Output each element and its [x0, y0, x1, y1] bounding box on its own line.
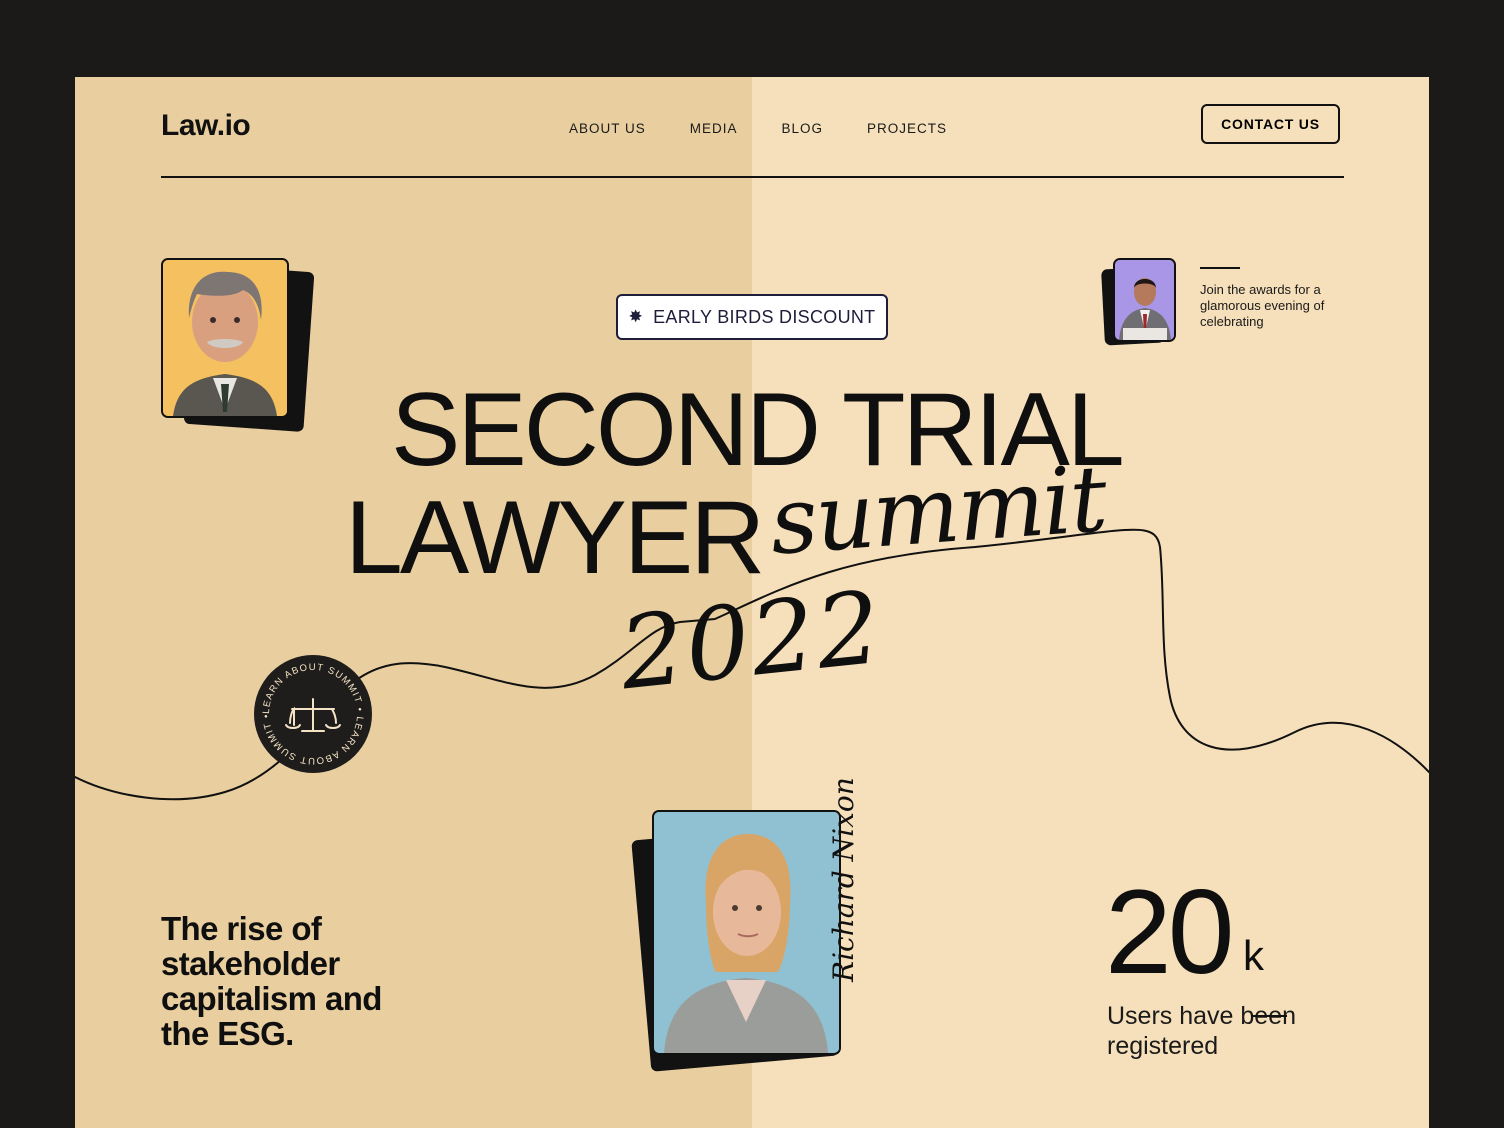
- speaker-photo: [652, 810, 841, 1055]
- burst-star-icon: ✸: [628, 307, 644, 326]
- stat-label: Users have been registered: [1107, 1002, 1297, 1060]
- awards-text: Join the awards for a glamorous evening …: [1200, 282, 1325, 329]
- contact-us-button[interactable]: CONTACT US: [1201, 104, 1340, 144]
- main-nav: ABOUT US MEDIA BLOG PROJECTS: [569, 121, 991, 136]
- signature: Richard Nixon: [827, 777, 860, 982]
- headline-line-2: LAWYER: [345, 480, 765, 596]
- awards-photo: [1113, 258, 1176, 342]
- badge-label: EARLY BIRDS DISCOUNT: [653, 306, 876, 327]
- scales-of-justice-icon: [285, 698, 341, 732]
- stat-unit: k: [1243, 932, 1264, 979]
- nav-blog[interactable]: BLOG: [782, 121, 824, 136]
- nav-about-us[interactable]: ABOUT US: [569, 121, 646, 136]
- speaker-photo: [161, 258, 289, 418]
- learn-about-summit-seal[interactable]: LEARN ABOUT SUMMIT • LEARN ABOUT SUMMIT …: [254, 655, 372, 773]
- nav-media[interactable]: MEDIA: [690, 121, 738, 136]
- landing-page: Law.io ABOUT US MEDIA BLOG PROJECTS CONT…: [75, 77, 1429, 1128]
- header-divider: [161, 176, 1344, 178]
- tagline: The rise of stakeholder capitalism and t…: [161, 910, 382, 1052]
- early-birds-badge[interactable]: ✸ EARLY BIRDS DISCOUNT: [616, 294, 888, 340]
- nav-projects[interactable]: PROJECTS: [867, 121, 947, 136]
- logo[interactable]: Law.io: [161, 109, 251, 143]
- stat-divider: [1251, 1015, 1287, 1017]
- stat-value: 20: [1105, 865, 1234, 999]
- awards-divider: [1200, 267, 1240, 269]
